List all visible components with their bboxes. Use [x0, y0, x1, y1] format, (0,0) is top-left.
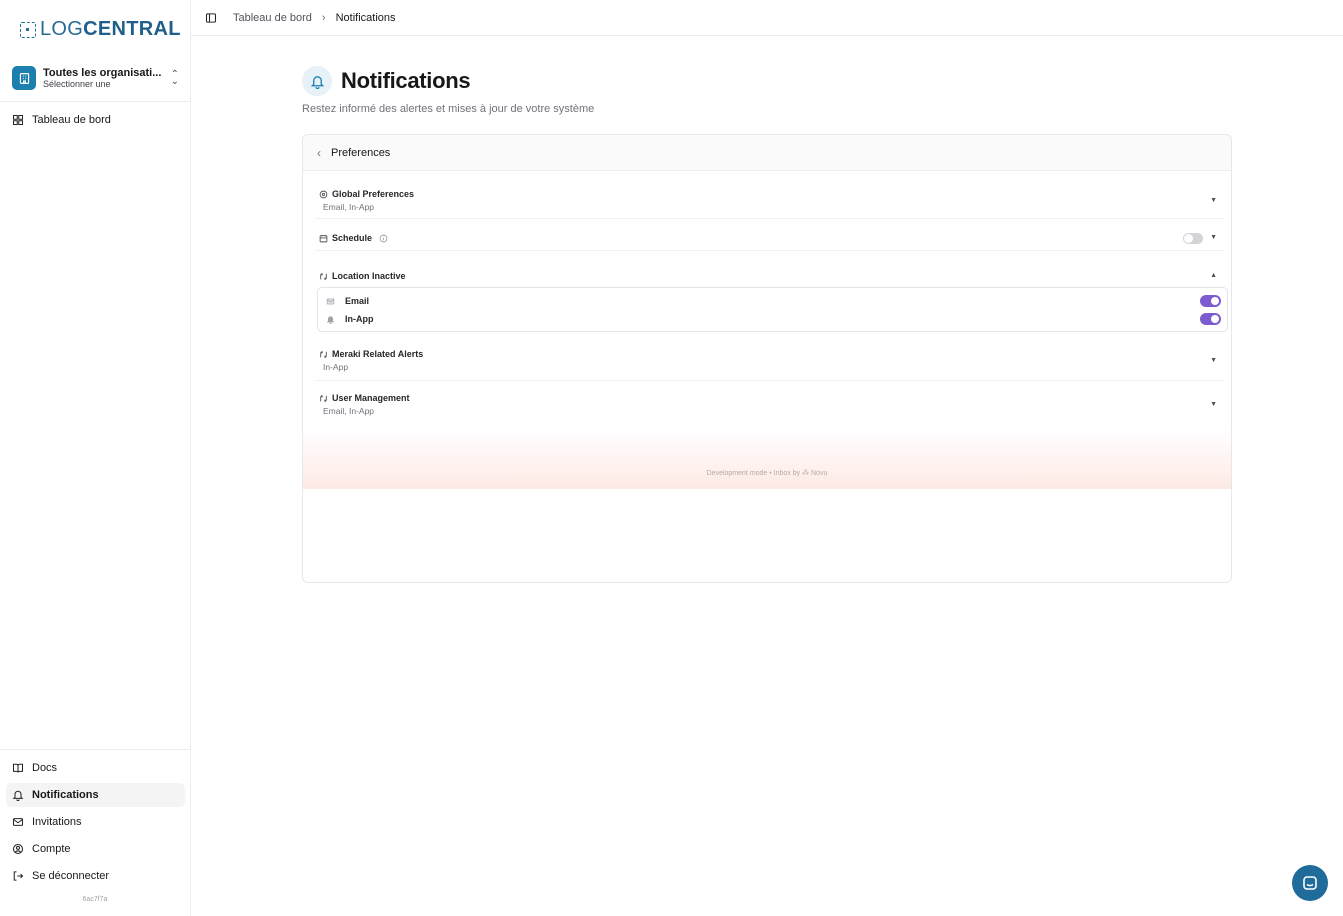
caret-down-icon[interactable]: ▼ [1210, 357, 1217, 364]
bell-icon [302, 66, 332, 96]
pref-channels: Email, In-App [323, 202, 375, 212]
sidebar-item-label: Notifications [32, 789, 99, 801]
dev-mode-footer: Development mode • Inbox by ⁂ Novu [706, 470, 828, 477]
dashboard-icon [12, 114, 24, 126]
pref-title: Global Preferences [332, 189, 415, 199]
breadcrumb-parent[interactable]: Tableau de bord [233, 12, 312, 24]
caret-down-icon[interactable]: ▼ [1210, 197, 1217, 204]
caret-up-icon[interactable]: ▲ [1210, 272, 1217, 279]
top-bar: Tableau de bord › Notifications [191, 0, 1343, 36]
org-subtitle: Sélectionner une [43, 79, 111, 90]
book-icon [12, 763, 24, 773]
preferences-header: ‹ Preferences [303, 135, 1231, 171]
pref-channels: In-App [323, 362, 349, 372]
sidebar-item-account[interactable]: Compte [6, 837, 185, 861]
pref-title: Location Inactive [332, 271, 406, 281]
logo-prefix: LOG [40, 18, 84, 40]
inapp-toggle[interactable] [1200, 313, 1221, 325]
inbox-footer-gradient [303, 431, 1231, 489]
sidebar-item-label: Invitations [32, 816, 82, 828]
org-switcher[interactable]: Toutes les organisati... Sélectionner un… [8, 60, 183, 96]
info-icon [379, 234, 388, 242]
sidebar-item-dashboard[interactable]: Tableau de bord [6, 108, 185, 132]
sidebar-divider [0, 749, 190, 750]
email-icon [326, 298, 335, 304]
caret-down-icon[interactable]: ▼ [1210, 401, 1217, 408]
logout-icon [13, 871, 24, 881]
chevrons-updown-icon: ⌃ ⌄ [170, 69, 179, 87]
channel-label: In-App [345, 314, 374, 324]
workflow-icon [320, 272, 327, 280]
page-header: Notifications [302, 66, 471, 96]
pref-location-inactive[interactable]: Location Inactive ▲ [315, 265, 1223, 287]
bell-icon [326, 315, 335, 324]
chat-icon [1303, 876, 1317, 890]
building-icon [12, 66, 36, 90]
caret-down-icon[interactable]: ▼ [1210, 234, 1217, 241]
pref-user-management[interactable]: User Management Email, In-App ▼ [315, 385, 1223, 425]
calendar-icon [319, 234, 328, 242]
pref-title: Meraki Related Alerts [332, 349, 424, 359]
schedule-toggle[interactable] [1183, 233, 1203, 244]
pref-title: User Management [332, 393, 410, 403]
sidebar-item-label: Tableau de bord [32, 114, 111, 126]
preferences-title: Preferences [331, 146, 391, 159]
mail-icon [12, 818, 24, 826]
org-name: Toutes les organisati... [43, 66, 162, 79]
pref-global[interactable]: Global Preferences Email, In-App ▼ [315, 181, 1223, 219]
sidebar: LOGCENTRAL Toutes les organisati... Séle… [0, 0, 191, 916]
channel-row-email: Email [326, 292, 1221, 310]
channel-row-inapp: In-App [326, 310, 1221, 328]
channel-list: Email In-App [317, 287, 1228, 332]
pref-title: Schedule [332, 233, 373, 243]
sidebar-item-invitations[interactable]: Invitations [6, 810, 185, 834]
inbox-preferences-card: ‹ Preferences Global Preferences Email, … [302, 134, 1232, 583]
sidebar-item-label: Se déconnecter [32, 870, 110, 882]
sidebar-item-label: Compte [32, 843, 71, 855]
pref-channels: Email, In-App [323, 406, 375, 416]
version-label: 6ac7f7a [82, 896, 108, 903]
back-chevron-icon[interactable]: ‹ [317, 146, 321, 160]
logo[interactable]: LOGCENTRAL [20, 18, 181, 41]
workflow-icon [320, 394, 327, 402]
bell-icon [12, 790, 24, 801]
settings-icon [319, 190, 328, 198]
page-subtitle: Restez informé des alertes et mises à jo… [302, 103, 595, 115]
pref-meraki-alerts[interactable]: Meraki Related Alerts In-App ▼ [315, 341, 1223, 381]
email-toggle[interactable] [1200, 295, 1221, 307]
pref-schedule[interactable]: Schedule ▼ [315, 223, 1223, 251]
sidebar-item-logout[interactable]: Se déconnecter [6, 864, 185, 888]
user-circle-icon [12, 843, 24, 855]
logo-icon [20, 21, 36, 38]
page-title: Notifications [341, 68, 471, 93]
logo-suffix: CENTRAL [83, 18, 181, 40]
breadcrumb-current: Notifications [335, 11, 396, 24]
workflow-icon [320, 350, 327, 358]
chat-launcher-button[interactable] [1292, 865, 1328, 901]
channel-label: Email [345, 296, 370, 306]
breadcrumb-separator: › [321, 11, 326, 24]
sidebar-toggle-icon[interactable] [205, 12, 217, 24]
sidebar-item-docs[interactable]: Docs [6, 756, 185, 780]
sidebar-divider [0, 101, 190, 102]
sidebar-item-label: Docs [32, 762, 58, 774]
sidebar-item-notifications[interactable]: Notifications [6, 783, 185, 807]
